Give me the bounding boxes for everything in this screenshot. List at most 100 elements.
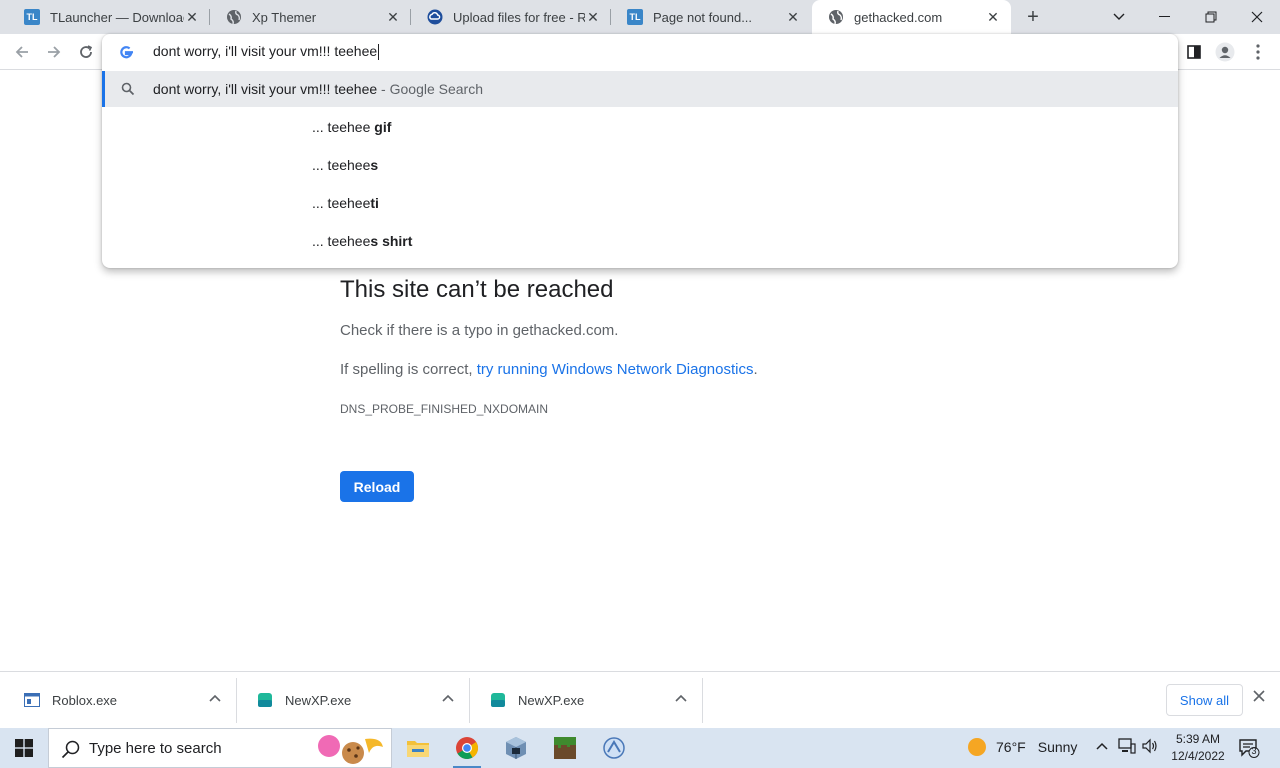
sun-icon [968, 738, 986, 756]
network-diagnostics-link[interactable]: try running Windows Network Diagnostics [477, 361, 754, 378]
xp-themer-app[interactable] [596, 732, 632, 764]
tab-gethacked[interactable]: gethacked.com ✕ [812, 0, 1011, 34]
tlauncher-icon: TL [627, 9, 643, 25]
profile-button[interactable] [1215, 42, 1235, 62]
suggestion-item[interactable]: ... teehee gif [312, 108, 391, 146]
tab-title: Upload files for free - Rob [453, 9, 585, 25]
virtualbox-app[interactable] [498, 732, 534, 764]
close-icon[interactable] [1253, 689, 1265, 707]
chevron-up-icon[interactable] [1096, 738, 1108, 753]
suggestion-item[interactable]: ... teehees shirt [312, 222, 412, 260]
start-button[interactable] [0, 728, 48, 768]
back-button[interactable] [10, 40, 34, 64]
omnibox-dropdown: dont worry, i'll visit your vm!!! teehee… [102, 34, 1178, 268]
network-icon[interactable] [1118, 738, 1136, 757]
installer-icon [490, 693, 506, 707]
clock-time: 5:39 AM [1175, 732, 1221, 746]
download-item-newxp[interactable]: NewXP.exe [470, 678, 703, 723]
download-item-newxp[interactable]: NewXP.exe [237, 678, 470, 723]
taskbar: Type here to search 76°F Sunny 5:39 AM 1… [0, 728, 1280, 768]
clock[interactable]: 5:39 AM 12/4/2022 [1160, 731, 1236, 765]
tlauncher-icon: TL [24, 9, 40, 25]
tab-page-not-found[interactable]: TL Page not found... ✕ [611, 0, 811, 34]
exe-file-icon [24, 693, 40, 707]
weather-widget[interactable]: 76°F Sunny [968, 738, 1077, 756]
grass-block-icon [554, 737, 576, 759]
close-icon[interactable]: ✕ [184, 9, 200, 25]
clock-date: 12/4/2022 [1171, 749, 1225, 763]
suggestion-google-search[interactable]: dont worry, i'll visit your vm!!! teehee… [102, 71, 1178, 107]
close-icon[interactable]: ✕ [585, 9, 601, 25]
chevron-up-icon[interactable] [209, 691, 221, 705]
tab-title: Xp Themer [252, 9, 317, 25]
suggestion-item[interactable]: ... teehees [312, 146, 378, 184]
download-item-roblox[interactable]: Roblox.exe [4, 678, 237, 723]
close-icon[interactable]: ✕ [385, 9, 401, 25]
chevron-down-icon [1113, 13, 1125, 20]
search-highlight-icon [315, 733, 389, 765]
taskbar-search[interactable]: Type here to search [48, 728, 392, 768]
close-icon[interactable]: ✕ [785, 9, 801, 25]
tab-title: gethacked.com [854, 9, 943, 25]
notification-count: 3 [1251, 746, 1257, 756]
installer-icon [257, 693, 273, 707]
volume-icon[interactable] [1142, 738, 1158, 757]
forward-arrow-icon [48, 46, 61, 58]
suggestion-item[interactable]: ... teeheeti [312, 184, 379, 222]
error-suggestion: If spelling is correct, try running Wind… [340, 361, 758, 378]
restore-icon [1205, 11, 1217, 23]
windows-logo-icon [15, 739, 33, 757]
restore-button[interactable] [1188, 0, 1234, 34]
google-icon [118, 44, 134, 60]
minecraft-app[interactable] [547, 732, 583, 764]
cloud-icon [427, 9, 443, 25]
close-icon [1251, 11, 1263, 23]
reload-toolbar-button[interactable] [74, 40, 98, 64]
search-icon [61, 739, 81, 759]
tab-xp-themer[interactable]: Xp Themer ✕ [210, 0, 411, 34]
search-icon [120, 81, 136, 97]
text-caret [378, 44, 380, 61]
menu-button[interactable] [1248, 42, 1268, 62]
page-title: This site can’t be reached [340, 276, 614, 303]
file-explorer-app[interactable] [400, 732, 436, 764]
search-placeholder: Type here to search [89, 740, 222, 757]
tab-tlauncher[interactable]: TL TLauncher — Download M ✕ [8, 0, 210, 34]
reload-button[interactable]: Reload [340, 471, 414, 502]
tab-title: Page not found... [653, 9, 753, 25]
show-all-downloads-button[interactable]: Show all [1166, 684, 1243, 716]
tab-upload-files[interactable]: Upload files for free - Rob ✕ [411, 0, 611, 34]
virtualbox-icon [506, 737, 526, 759]
close-window-button[interactable] [1234, 0, 1280, 34]
suggestion-text: dont worry, i'll visit your vm!!! teehee… [153, 81, 484, 97]
omnibox-input[interactable]: dont worry, i'll visit your vm!!! teehee [153, 43, 380, 61]
avatar-icon [1215, 42, 1235, 62]
weather-condition: Sunny [1037, 739, 1078, 755]
app-icon [603, 737, 625, 759]
weather-temperature: 76°F [996, 739, 1026, 755]
chevron-up-icon[interactable] [442, 691, 454, 705]
error-message: Check if there is a typo in gethacked.co… [340, 322, 619, 339]
tab-title: TLauncher — Download M [50, 9, 184, 25]
download-filename: NewXP.exe [285, 693, 352, 708]
tab-search-button[interactable] [1096, 0, 1142, 34]
chrome-icon [456, 737, 478, 759]
minimize-button[interactable] [1142, 0, 1188, 34]
globe-icon [226, 9, 242, 25]
new-tab-button[interactable]: + [1022, 6, 1044, 28]
minimize-icon [1159, 16, 1170, 17]
reload-icon [80, 45, 93, 58]
chrome-app[interactable] [449, 732, 485, 768]
side-panel-icon [1187, 45, 1201, 59]
forward-button[interactable] [42, 40, 66, 64]
omnibox[interactable]: dont worry, i'll visit your vm!!! teehee [102, 34, 1178, 70]
back-arrow-icon [15, 46, 28, 58]
error-code: DNS_PROBE_FINISHED_NXDOMAIN [340, 402, 549, 416]
close-icon[interactable]: ✕ [985, 9, 1001, 25]
download-filename: Roblox.exe [52, 693, 118, 708]
notification-center-button[interactable]: 3 [1238, 738, 1260, 758]
download-filename: NewXP.exe [518, 693, 585, 708]
folder-icon [407, 741, 429, 757]
chevron-up-icon[interactable] [675, 691, 687, 705]
side-panel-button[interactable] [1184, 42, 1204, 62]
